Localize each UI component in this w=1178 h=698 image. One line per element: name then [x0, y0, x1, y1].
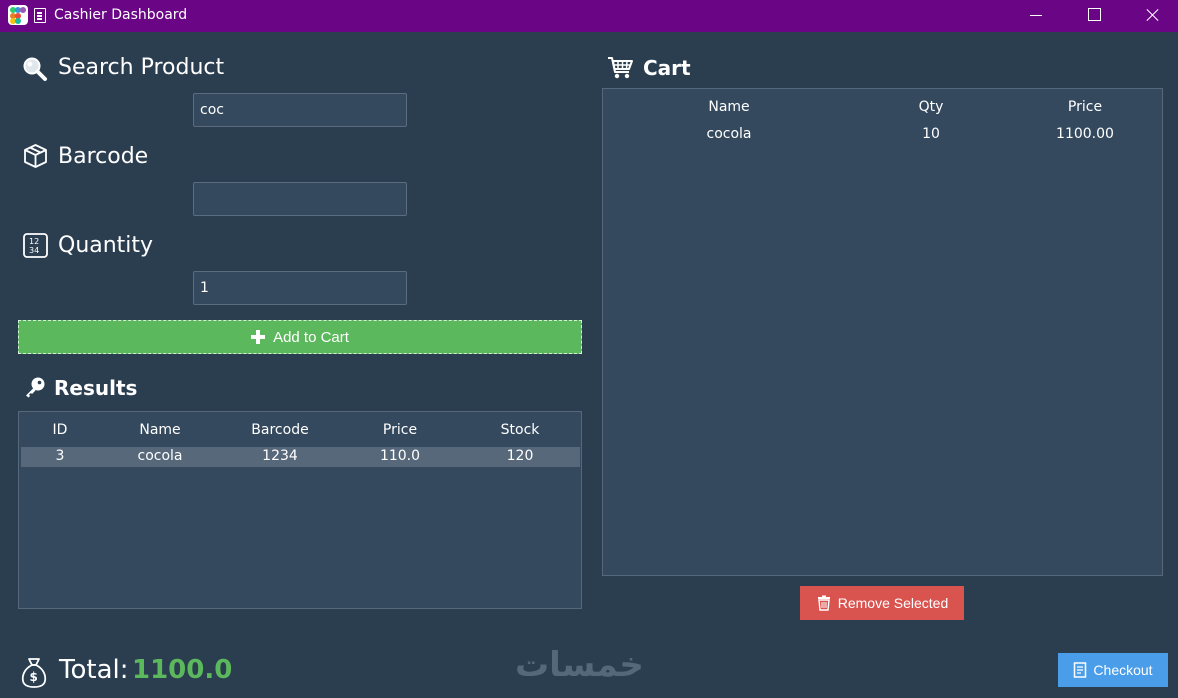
shopping-cart-icon	[608, 57, 633, 79]
barcode-heading: Barcode	[58, 144, 149, 169]
add-to-cart-button[interactable]: Add to Cart	[18, 320, 582, 354]
cell-name: cocola	[137, 448, 183, 464]
window-title: Cashier Dashboard	[54, 7, 188, 23]
cart-heading: Cart	[643, 56, 691, 80]
cart-col-price[interactable]: Price	[1050, 99, 1120, 115]
remove-selected-button[interactable]: Remove Selected	[800, 586, 964, 620]
checkout-button[interactable]: Checkout	[1058, 653, 1168, 687]
results-col-price[interactable]: Price	[365, 422, 435, 438]
cell-price: 110.0	[379, 448, 421, 464]
cart-cell-name[interactable]: cocola	[689, 126, 769, 142]
key-icon	[26, 377, 45, 398]
cell-id: 3	[55, 448, 65, 464]
money-bag-icon: $	[21, 658, 47, 688]
plus-icon	[251, 330, 266, 344]
results-col-name[interactable]: Name	[120, 422, 200, 438]
maximize-button[interactable]	[1064, 0, 1122, 32]
receipt-icon	[34, 8, 46, 23]
quantity-input[interactable]	[193, 271, 407, 305]
svg-text:$: $	[30, 670, 38, 684]
results-col-id[interactable]: ID	[40, 422, 80, 438]
numbers-icon: 12 34	[23, 233, 48, 258]
svg-text:12: 12	[29, 237, 39, 246]
cart-cell-qty[interactable]: 10	[901, 126, 961, 142]
table-row[interactable]: 3 cocola 1234 110.0 120	[21, 447, 580, 467]
receipt-icon	[1074, 662, 1087, 678]
svg-text:34: 34	[29, 246, 39, 255]
total-label: Total:	[59, 655, 129, 685]
minimize-button[interactable]	[1006, 0, 1064, 32]
cart-table[interactable]: Name Qty Price cocola 10 1100.00	[602, 88, 1163, 576]
package-icon	[24, 144, 47, 168]
quantity-heading: Quantity	[58, 233, 154, 258]
barcode-input[interactable]	[193, 182, 407, 216]
results-table[interactable]: ID Name Barcode Price Stock 3 cocola 123…	[18, 411, 582, 609]
watermark: خمسات	[515, 645, 644, 685]
search-input[interactable]	[193, 93, 407, 127]
cell-barcode: 1234	[262, 448, 298, 464]
trash-icon	[817, 595, 830, 611]
add-to-cart-label: Add to Cart	[273, 328, 349, 346]
search-product-heading: Search Product	[58, 55, 225, 80]
results-col-barcode[interactable]: Barcode	[235, 422, 325, 438]
results-heading: Results	[54, 376, 138, 400]
cell-stock: 120	[506, 448, 534, 464]
close-button[interactable]	[1122, 0, 1178, 32]
title-bar: Cashier Dashboard	[0, 0, 1178, 32]
total-value: 1100.0	[132, 655, 233, 685]
app-logo-icon	[8, 5, 28, 25]
checkout-label: Checkout	[1093, 662, 1153, 678]
cart-col-name[interactable]: Name	[689, 99, 769, 115]
magnifier-icon	[23, 57, 47, 81]
results-col-stock[interactable]: Stock	[485, 422, 555, 438]
cart-cell-price[interactable]: 1100.00	[1050, 126, 1120, 142]
remove-selected-label: Remove Selected	[837, 595, 949, 611]
cart-col-qty[interactable]: Qty	[901, 99, 961, 115]
